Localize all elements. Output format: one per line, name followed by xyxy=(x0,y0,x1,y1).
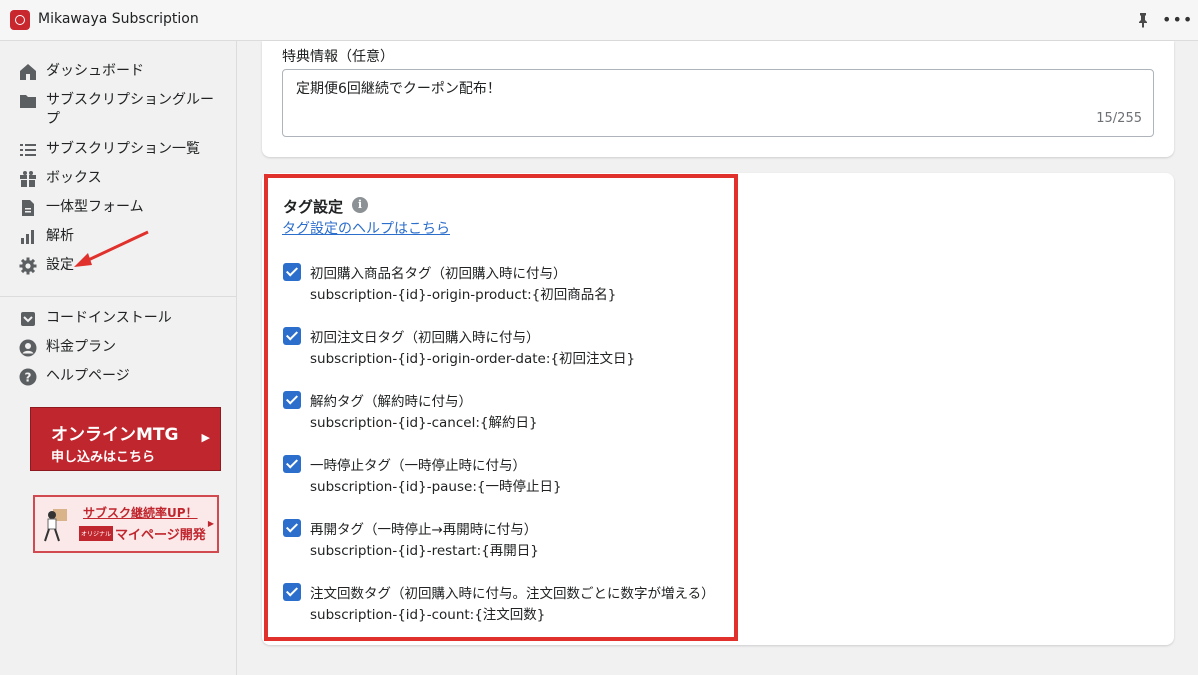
svg-text:?: ? xyxy=(25,371,32,385)
play-arrow-icon: ▶ xyxy=(207,519,214,528)
checkbox[interactable] xyxy=(283,455,301,473)
checkbox[interactable] xyxy=(283,519,301,537)
install-icon xyxy=(18,309,38,329)
app-title: Mikawaya Subscription xyxy=(38,11,199,27)
character-count: 15/255 xyxy=(1096,111,1142,126)
sidebar-item-subscription-groups[interactable]: サブスクリプショングループ xyxy=(18,91,226,129)
sidebar-item-dashboard[interactable]: ダッシュボード xyxy=(18,62,226,82)
benefit-label: 特典情報（任意） xyxy=(282,49,394,65)
app-logo-icon xyxy=(10,10,30,30)
checkbox[interactable] xyxy=(283,583,301,601)
sidebar-item-subscription-list[interactable]: サブスクリプション一覧 xyxy=(18,140,226,160)
sidebar-item-code-install[interactable]: コードインストール xyxy=(18,309,226,329)
sidebar-divider xyxy=(0,296,237,297)
folder-icon xyxy=(18,91,38,111)
sidebar-item-pricing[interactable]: 料金プラン xyxy=(18,338,226,358)
checkbox[interactable] xyxy=(283,391,301,409)
tag-settings-title: タグ設定 xyxy=(283,198,344,216)
top-bar: Mikawaya Subscription ••• xyxy=(0,0,1198,41)
sidebar-item-help[interactable]: ? ヘルプページ xyxy=(18,367,226,387)
gift-icon xyxy=(18,169,38,189)
help-icon: ? xyxy=(18,367,38,387)
sidebar-item-form[interactable]: 一体型フォーム xyxy=(18,198,226,218)
gear-icon xyxy=(18,256,38,276)
sidebar: ダッシュボード サブスクリプショングループ サブスクリプション一覧 ボックス 一… xyxy=(0,41,237,675)
checkbox[interactable] xyxy=(283,263,301,281)
document-icon xyxy=(18,198,38,218)
checkbox[interactable] xyxy=(283,327,301,345)
tag-help-link[interactable]: タグ設定のヘルプはこちら xyxy=(282,218,450,238)
benefit-card: 特典情報（任意） 定期便6回継続でクーポン配布！ 15/255 xyxy=(262,41,1174,157)
person-illustration-icon xyxy=(44,509,67,542)
more-options-icon[interactable]: ••• xyxy=(1162,12,1193,28)
bar-chart-icon xyxy=(18,227,38,247)
home-icon xyxy=(18,62,38,82)
sidebar-item-box[interactable]: ボックス xyxy=(18,169,226,189)
benefit-textarea[interactable]: 定期便6回継続でクーポン配布！ 15/255 xyxy=(282,69,1154,137)
play-arrow-icon: ▶ xyxy=(201,431,210,444)
benefit-value: 定期便6回継続でクーポン配布！ xyxy=(296,81,501,97)
user-icon xyxy=(18,338,38,358)
pin-icon[interactable] xyxy=(1135,12,1151,28)
annotation-arrow-icon xyxy=(74,230,149,267)
list-icon xyxy=(18,140,38,160)
mypage-banner[interactable]: サブスク継続率UP！ オリジナル マイページ開発 ▶ xyxy=(33,495,219,553)
online-mtg-banner[interactable]: オンラインMTG 申し込みはこちら ▶ xyxy=(30,407,221,471)
info-icon[interactable]: i xyxy=(352,197,368,213)
